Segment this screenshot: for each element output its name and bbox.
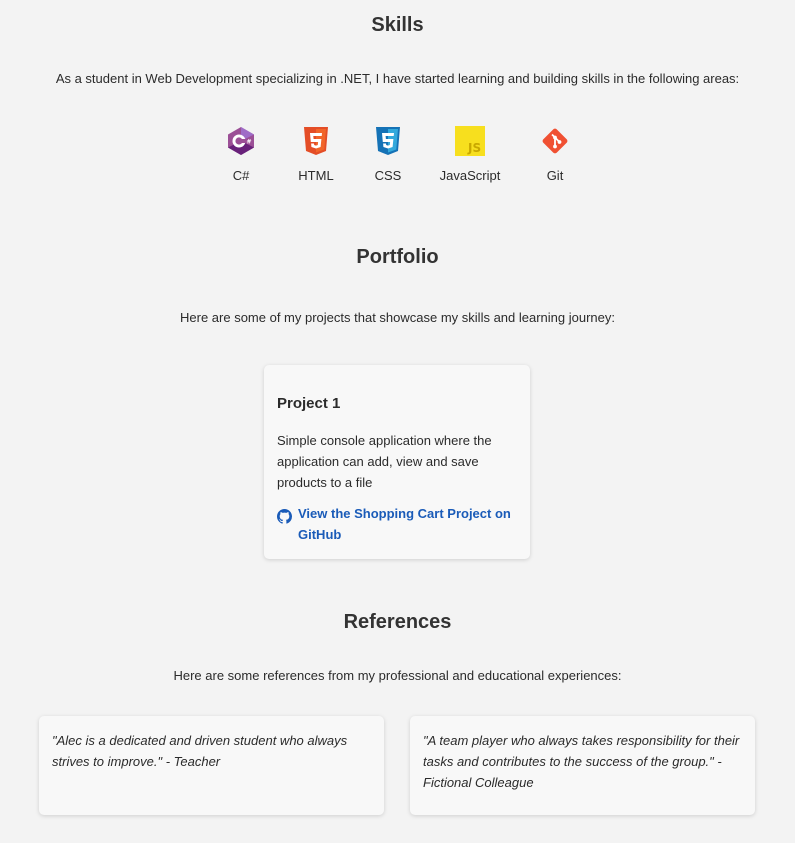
skill-html: HTML (276, 126, 356, 183)
skill-label: HTML (298, 168, 334, 183)
project-description: Simple console application where the app… (277, 433, 492, 490)
html5-icon (304, 127, 328, 155)
reference-quote: "Alec is a dedicated and driven student … (52, 733, 348, 769)
project-link-text: View the Shopping Cart Project on GitHub (298, 506, 511, 542)
skill-label: JavaScript (439, 168, 501, 183)
skill-label: C# (232, 168, 250, 183)
project-title: Project 1 (277, 395, 341, 412)
skills-title: Skills (371, 14, 424, 36)
skills-intro: As a student in Web Development speciali… (55, 71, 740, 86)
skill-label: Git (546, 168, 564, 183)
svg-text:JS: JS (467, 141, 481, 155)
portfolio-intro: Here are some of my projects that showca… (180, 310, 615, 325)
csharp-icon: # (228, 127, 254, 155)
references-title: References (343, 611, 452, 633)
git-icon (542, 128, 568, 154)
portfolio-title: Portfolio (356, 246, 439, 268)
references-intro: Here are some references from my profess… (173, 668, 622, 683)
skill-label: CSS (374, 168, 402, 183)
project-github-link[interactable]: View the Shopping Cart Project on GitHub (277, 503, 517, 545)
svg-text:#: # (247, 139, 252, 146)
skill-git: Git (515, 126, 595, 183)
javascript-icon: JS (455, 126, 485, 156)
reference-quote: "A team player who always takes responsi… (423, 733, 740, 790)
css3-icon (376, 127, 400, 155)
skill-css: CSS (348, 126, 428, 183)
reference-card: "Alec is a dedicated and driven student … (39, 716, 384, 815)
page: Skills As a student in Web Development s… (0, 0, 795, 843)
skill-javascript: JS JavaScript (430, 126, 510, 183)
skills-list: # C# HTML CSS JS JavaScript Git (0, 126, 795, 186)
github-icon (277, 509, 292, 524)
reference-card: "A team player who always takes responsi… (410, 716, 755, 815)
project-card: Project 1 Simple console application whe… (264, 365, 530, 559)
skill-csharp: # C# (201, 126, 281, 183)
